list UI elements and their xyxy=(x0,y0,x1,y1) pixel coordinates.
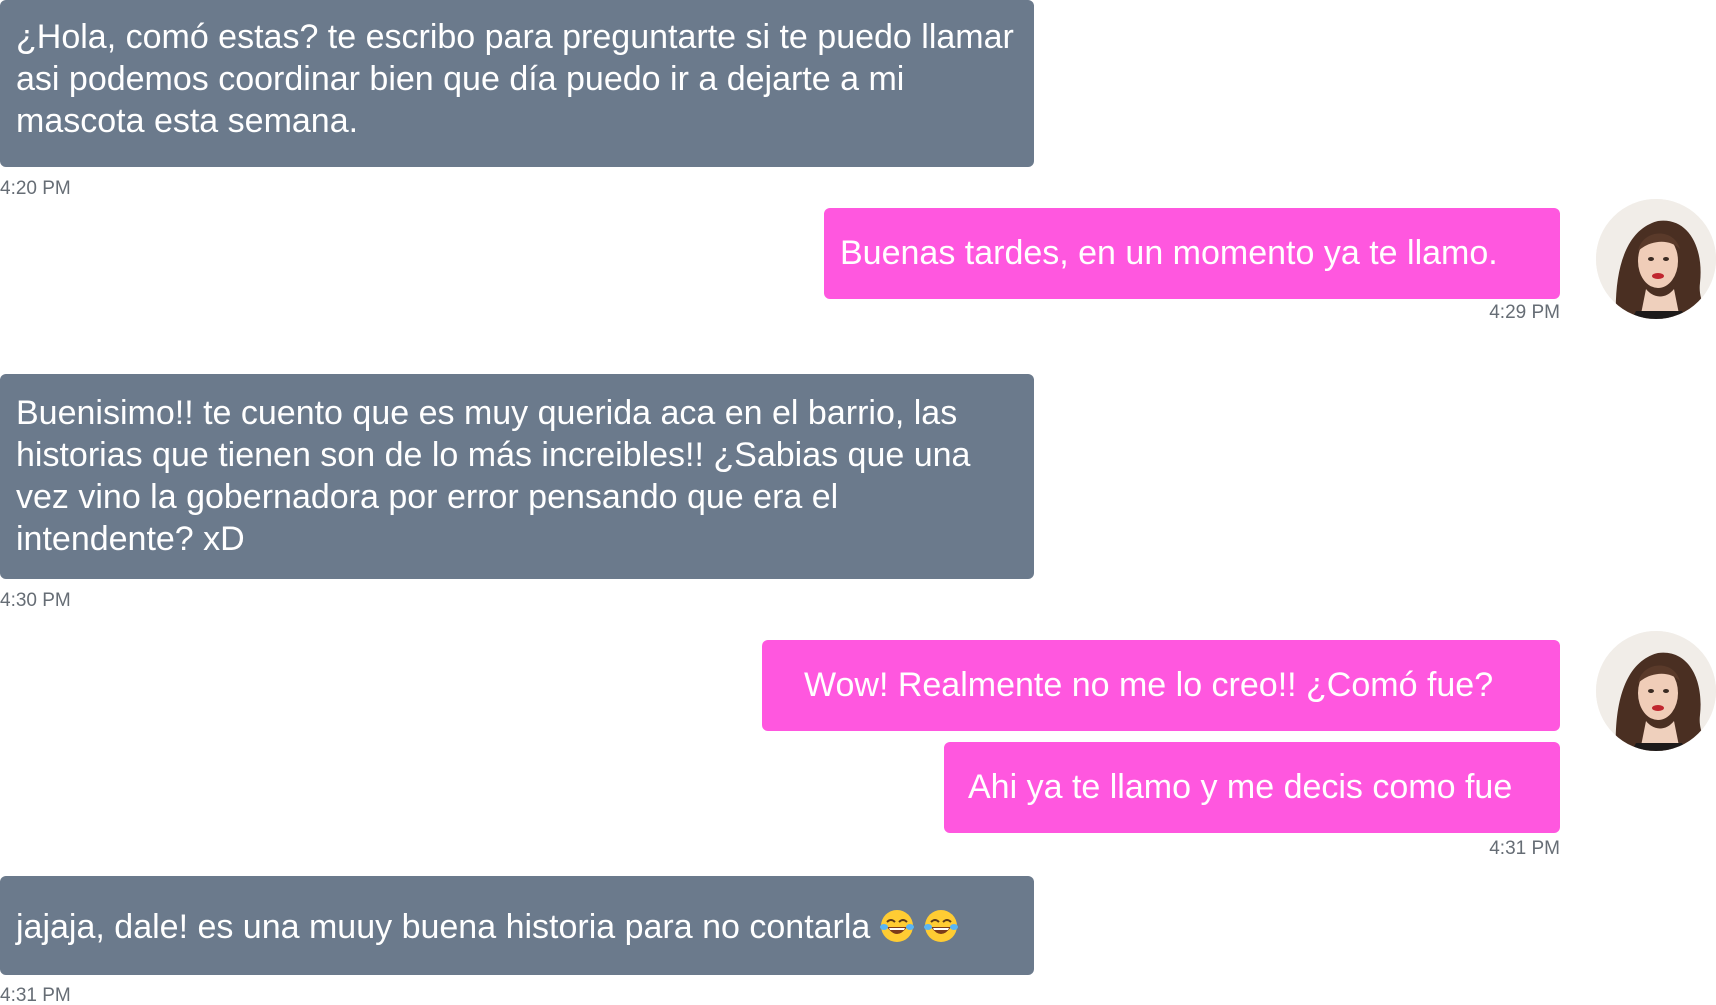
chat-thread: ¿Hola, comó estas? te escribo para pregu… xyxy=(0,0,1716,1005)
message-text: ¿Hola, comó estas? te escribo para pregu… xyxy=(16,18,1014,140)
message-timestamp: 4:31 PM xyxy=(1489,838,1560,859)
message-text: Buenas tardes, en un momento ya te llamo… xyxy=(840,234,1498,272)
user-avatar[interactable] xyxy=(1596,631,1716,751)
joy-emoji-icon xyxy=(880,909,915,943)
message-bubble-outgoing[interactable]: Wow! Realmente no me lo creo!! ¿Comó fue… xyxy=(762,640,1560,731)
message-timestamp: 4:29 PM xyxy=(1489,302,1560,323)
message-text: Buenisimo!! te cuento que es muy querida… xyxy=(16,394,971,558)
user-avatar[interactable] xyxy=(1596,199,1716,319)
avatar-photo-icon xyxy=(1596,199,1716,319)
message-text-line: jajaja, dale! es una muuy buena historia… xyxy=(16,908,959,946)
message-bubble-incoming[interactable]: Buenisimo!! te cuento que es muy querida… xyxy=(0,374,1034,579)
message-bubble-outgoing[interactable]: Ahi ya te llamo y me decis como fue xyxy=(944,742,1560,833)
message-text: jajaja, dale! es una muuy buena historia… xyxy=(16,908,871,946)
message-timestamp: 4:20 PM xyxy=(0,178,71,199)
message-timestamp: 4:30 PM xyxy=(0,590,71,611)
message-bubble-incoming[interactable]: jajaja, dale! es una muuy buena historia… xyxy=(0,876,1034,975)
message-timestamp: 4:31 PM xyxy=(0,985,71,1005)
joy-emoji-icon xyxy=(924,909,959,943)
message-bubble-incoming[interactable]: ¿Hola, comó estas? te escribo para pregu… xyxy=(0,0,1034,167)
message-text: Wow! Realmente no me lo creo!! ¿Comó fue… xyxy=(804,666,1494,704)
message-text: Ahi ya te llamo y me decis como fue xyxy=(968,768,1513,806)
avatar-photo-icon xyxy=(1596,631,1716,751)
message-bubble-outgoing[interactable]: Buenas tardes, en un momento ya te llamo… xyxy=(824,208,1560,299)
